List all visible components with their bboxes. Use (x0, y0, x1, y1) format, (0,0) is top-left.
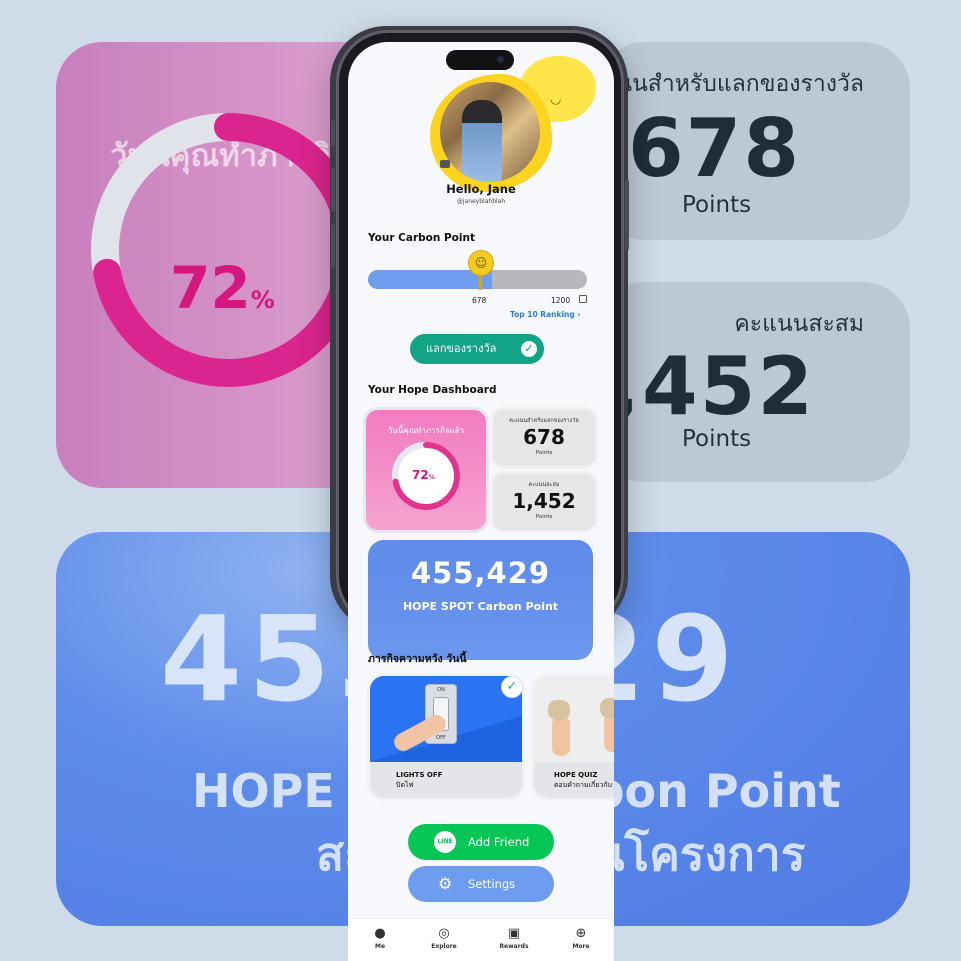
compass-icon: ◎ (438, 926, 450, 941)
background-redeemable-card: คะแนนสำหรับแลกของรางวัล 678 Points (598, 42, 910, 240)
plus-circle-icon: ⊕ (575, 926, 587, 941)
switch-on-label: ON (437, 687, 445, 693)
daily-mission-title: วันนี้คุณทำภารกิจแล้ว (387, 426, 465, 435)
tab-rewards[interactable]: ▣ Rewards (489, 925, 539, 950)
background-redeemable-unit: Points (682, 192, 752, 218)
accumulated-points-unit: Points (535, 514, 553, 520)
gear-icon: ⚙ (438, 874, 453, 893)
daily-mission-card[interactable]: วันนี้คุณทำภารกิจแล้ว 72% (366, 410, 486, 530)
hope-spot-card[interactable]: 455,429 HOPE SPOT Carbon Point (368, 540, 593, 660)
hand-icon (552, 716, 570, 756)
background-daily-ring (91, 113, 365, 387)
phone-volume-down (331, 224, 335, 268)
redeemable-points-label: คะแนนสำหรับแลกของรางวัล (509, 418, 579, 424)
background-daily-percent: 72% (170, 254, 275, 322)
smiley-marker-icon: ☺ (468, 250, 494, 276)
crumpled-paper-icon (548, 700, 570, 720)
background-accumulated-value: 1,452 (598, 340, 816, 433)
carbon-marker-stem (479, 274, 482, 290)
sun-face-icon: ◡ (550, 92, 562, 107)
carbon-max-value: 1200 (551, 296, 571, 305)
redeem-rewards-button[interactable]: แลกของรางวัล ✓ (410, 334, 544, 364)
settings-label: Settings (468, 877, 516, 891)
greeting: Hello, Jane (446, 182, 516, 196)
phone-silent-switch (331, 120, 335, 146)
accumulated-points-value: 1,452 (512, 489, 576, 513)
missions-section-title: ภารกิจความหวัง วันนี้ (368, 653, 467, 665)
mission-card-hope-quiz[interactable]: HOPE QUIZ ตอบคำถามเกี่ยวกับ (534, 676, 614, 798)
avatar[interactable] (440, 82, 540, 182)
hand-icon (604, 712, 614, 752)
settings-button[interactable]: ⚙ Settings (408, 866, 554, 902)
background-accumulated-label: คะแนนสะสม (734, 311, 864, 337)
mission-subtitle: ตอบคำถามเกี่ยวกับ (554, 781, 612, 789)
mission-complete-check-icon: ✓ (501, 676, 523, 698)
redeemable-points-unit: Points (535, 450, 553, 456)
add-friend-button[interactable]: LINE Add Friend (408, 824, 554, 860)
mission-title: LIGHTS OFF (396, 771, 443, 779)
accumulated-points-card[interactable]: คะแนนสะสม 1,452 Points (493, 474, 595, 530)
bottom-tab-bar: ● Me ◎ Explore ▣ Rewards ⊕ More (348, 918, 614, 961)
daily-mission-percent: 72% (412, 468, 435, 482)
accumulated-points-label: คะแนนสะสม (528, 482, 560, 488)
line-icon: LINE (434, 831, 456, 853)
phone-power-button (625, 180, 629, 250)
check-icon: ✓ (521, 341, 537, 357)
add-friend-label: Add Friend (468, 835, 530, 849)
app-screen: ◡ Hello, Jane @janeyblahblah Your Carbon… (348, 42, 614, 961)
tab-label: More (572, 943, 590, 950)
tab-label: Rewards (499, 943, 529, 950)
crumpled-paper-icon (600, 698, 614, 718)
dashboard-section-title: Your Hope Dashboard (368, 384, 497, 396)
hope-spot-value: 455,429 (410, 556, 551, 590)
mission-title: HOPE QUIZ (554, 771, 598, 779)
top-ranking-link[interactable]: Top 10 Ranking › (510, 310, 580, 319)
dynamic-island (446, 50, 514, 70)
user-handle: @janeyblahblah (456, 198, 506, 205)
tab-more[interactable]: ⊕ More (556, 925, 606, 950)
mission-card-lights-off[interactable]: ON OFF LIGHTS OFF ปิดไฟ (370, 676, 522, 798)
gift-icon: ▣ (507, 926, 521, 941)
mission-subtitle: ปิดไฟ (396, 781, 414, 789)
gift-icon (579, 295, 587, 303)
person-icon: ● (374, 926, 386, 941)
tab-me[interactable]: ● Me (355, 925, 405, 950)
hope-spot-label: HOPE SPOT Carbon Point (402, 600, 559, 613)
background-redeemable-label: คะแนนสำหรับแลกของรางวัล (598, 71, 864, 97)
tab-label: Explore (431, 943, 457, 950)
redeemable-points-card[interactable]: คะแนนสำหรับแลกของรางวัล 678 Points (493, 410, 595, 466)
background-accumulated-unit: Points (682, 426, 752, 452)
background-accumulated-card: คะแนนสะสม 1,452 Points (598, 282, 910, 482)
avatar-photo (462, 100, 502, 182)
redeem-button-label: แลกของรางวัล (426, 342, 497, 355)
camera-icon[interactable] (440, 160, 450, 168)
hope-quiz-image (534, 676, 614, 762)
background-redeemable-value: 678 (628, 102, 801, 195)
tab-label: Me (374, 943, 386, 950)
phone-volume-up (331, 168, 335, 212)
redeemable-points-value: 678 (523, 425, 565, 449)
carbon-section-title: Your Carbon Point (368, 232, 475, 244)
tab-explore[interactable]: ◎ Explore (419, 925, 469, 950)
carbon-current-value: 678 (472, 296, 487, 305)
